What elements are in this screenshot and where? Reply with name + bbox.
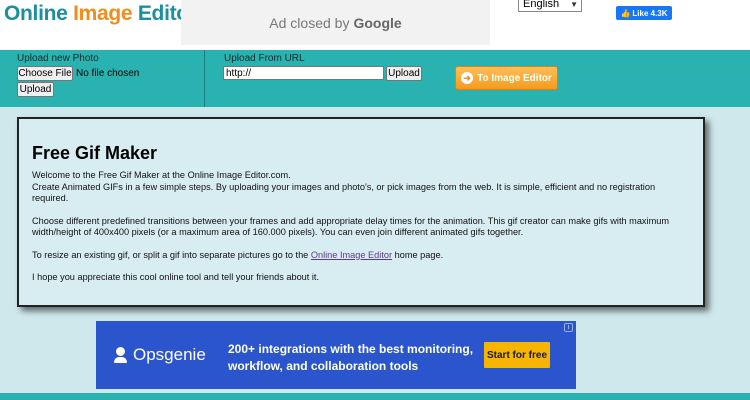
ad-info-icon[interactable]: i: [564, 323, 573, 332]
language-select[interactable]: English ▼: [518, 0, 582, 12]
upload-photo-button[interactable]: Upload: [17, 82, 54, 97]
upload-url-label: Upload From URL: [224, 53, 305, 64]
to-image-editor-label: To Image Editor: [477, 72, 552, 84]
upload-photo-label: Upload new Photo: [17, 53, 99, 64]
fb-like-label: Like 4.3K: [632, 8, 668, 18]
to-image-editor-button[interactable]: ➜ To Image Editor: [455, 66, 558, 90]
upload-divider: [204, 50, 205, 107]
online-image-editor-link[interactable]: Online Image Editor: [311, 250, 392, 260]
footer-strip: [0, 393, 750, 400]
ad-message: 200+ integrations with the best monitori…: [228, 342, 474, 373]
site-logo[interactable]: Online Image Editor: [4, 2, 197, 26]
facebook-like-button[interactable]: 👍 Like 4.3K: [616, 6, 672, 20]
top-ad-placeholder: Ad closed by Google: [181, 0, 490, 45]
intro-paragraph-4: I hope you appreciate this cool online t…: [32, 272, 320, 282]
choose-file-button[interactable]: Choose File: [17, 66, 73, 81]
url-input[interactable]: http://: [223, 66, 384, 80]
intro-paragraph-3: To resize an existing gif, or split a gi…: [32, 250, 691, 262]
p3-text-after: home page.: [392, 249, 444, 260]
logo-word-image: Image: [73, 2, 133, 25]
intro-paragraph-2: Choose different predefined transitions …: [32, 215, 669, 238]
start-for-free-button[interactable]: Start for free: [484, 342, 550, 368]
p3-text-before: To resize an existing gif, or split a gi…: [32, 249, 311, 260]
intro-line-2: Create Animated GIFs in a few simple ste…: [32, 181, 656, 204]
bottom-ad-banner[interactable]: Opsgenie 200+ integrations with the best…: [96, 321, 576, 389]
page-title: Free Gif Maker: [32, 143, 158, 163]
chevron-down-icon: ▼: [570, 0, 578, 9]
intro-line-1: Welcome to the Free Gif Maker at the Onl…: [32, 170, 291, 180]
ad-brand-logo: Opsgenie: [114, 345, 206, 365]
ad-closed-text: Ad closed by: [269, 14, 350, 31]
opsgenie-icon: [114, 347, 127, 363]
google-brand: Google: [353, 14, 402, 31]
language-value: English: [523, 0, 560, 10]
intro-panel: Free Gif Maker Welcome to the Free Gif M…: [17, 117, 705, 307]
logo-word-online: Online: [4, 2, 68, 25]
site-header: Online Image Editor Ad closed by Google …: [0, 0, 750, 50]
ad-brand-name: Opsgenie: [133, 345, 206, 364]
thumbs-up-icon: 👍: [620, 8, 631, 18]
no-file-chosen-text: No file chosen: [76, 68, 140, 79]
arrow-right-icon: ➜: [461, 72, 474, 84]
upload-url-button[interactable]: Upload: [386, 66, 422, 81]
